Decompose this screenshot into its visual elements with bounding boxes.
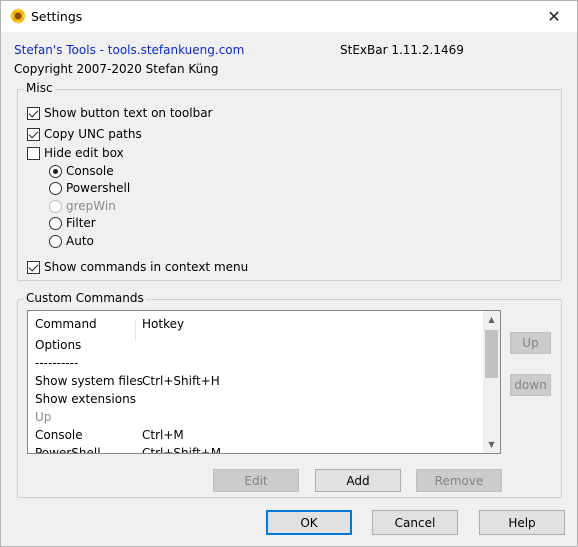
command-name: Options — [35, 338, 82, 352]
scroll-up-icon[interactable]: ▲ — [483, 311, 500, 328]
checkbox-box — [27, 127, 40, 141]
radio-label: Auto — [66, 234, 94, 248]
radio-label: grepWin — [66, 199, 116, 213]
auto-radio[interactable]: Auto — [49, 234, 94, 248]
radio-circle — [49, 199, 62, 213]
checkbox-box — [27, 146, 40, 160]
vertical-scrollbar[interactable]: ▲ ▼ — [483, 311, 500, 453]
column-divider[interactable] — [135, 319, 136, 341]
help-button[interactable]: Help — [479, 510, 565, 535]
website-link[interactable]: Stefan's Tools - tools.stefankueng.com — [14, 43, 244, 57]
move-down-button[interactable]: down — [510, 374, 551, 396]
grepwin-radio: grepWin — [49, 199, 116, 213]
checkbox-label: Hide edit box — [44, 146, 124, 160]
scroll-down-icon[interactable]: ▼ — [483, 436, 500, 453]
checkbox-label: Copy UNC paths — [44, 127, 142, 141]
radio-circle — [49, 181, 62, 195]
settings-dialog: Settings ✕ Stefan's Tools - tools.stefan… — [0, 0, 578, 547]
window-title: Settings — [31, 9, 83, 24]
radio-label: Console — [66, 164, 114, 178]
checkbox-box — [27, 106, 40, 120]
command-name: Show system files — [35, 374, 143, 388]
command-name: PowerShell — [35, 446, 101, 454]
command-name: Console — [35, 428, 83, 442]
command-name: ---------- — [35, 356, 79, 370]
filter-radio[interactable]: Filter — [49, 216, 96, 230]
title-bar: Settings ✕ — [1, 1, 577, 32]
cancel-button[interactable]: Cancel — [372, 510, 458, 535]
checkbox-box — [27, 260, 40, 274]
command-hotkey: Ctrl+Shift+H — [142, 374, 220, 388]
move-up-button[interactable]: Up — [510, 332, 551, 354]
scroll-thumb[interactable] — [485, 330, 498, 378]
custom-commands-list[interactable]: Command Hotkey Options ---------- Show s… — [27, 310, 501, 454]
command-hotkey: Ctrl+M — [142, 428, 184, 442]
version-label: StExBar 1.11.2.1469 — [340, 43, 464, 57]
show-commands-context-menu-checkbox[interactable]: Show commands in context menu — [27, 260, 248, 274]
radio-circle — [49, 216, 62, 230]
checkbox-label: Show button text on toolbar — [44, 106, 213, 120]
command-hotkey: Ctrl+Shift+M — [142, 446, 222, 454]
radio-circle — [49, 234, 62, 248]
column-header-command[interactable]: Command — [35, 317, 97, 331]
custom-commands-group-label: Custom Commands — [24, 291, 146, 305]
column-header-hotkey[interactable]: Hotkey — [142, 317, 184, 331]
remove-button[interactable]: Remove — [416, 469, 502, 492]
radio-label: Powershell — [66, 181, 131, 195]
checkbox-label: Show commands in context menu — [44, 260, 249, 274]
command-name: Show extensions — [35, 392, 136, 406]
show-button-text-checkbox[interactable]: Show button text on toolbar — [27, 106, 212, 120]
ok-button[interactable]: OK — [266, 510, 352, 535]
console-radio[interactable]: Console — [49, 164, 114, 178]
sunflower-app-icon — [10, 8, 26, 24]
add-button[interactable]: Add — [315, 469, 401, 492]
close-icon[interactable]: ✕ — [531, 1, 577, 32]
radio-circle — [49, 164, 62, 178]
hide-edit-box-checkbox[interactable]: Hide edit box — [27, 146, 124, 160]
edit-button[interactable]: Edit — [213, 469, 299, 492]
copy-unc-paths-checkbox[interactable]: Copy UNC paths — [27, 127, 142, 141]
radio-label: Filter — [66, 216, 96, 230]
command-name: Up — [35, 410, 52, 424]
misc-group-label: Misc — [24, 81, 55, 95]
copyright-label: Copyright 2007-2020 Stefan Küng — [14, 62, 219, 76]
powershell-radio[interactable]: Powershell — [49, 181, 130, 195]
